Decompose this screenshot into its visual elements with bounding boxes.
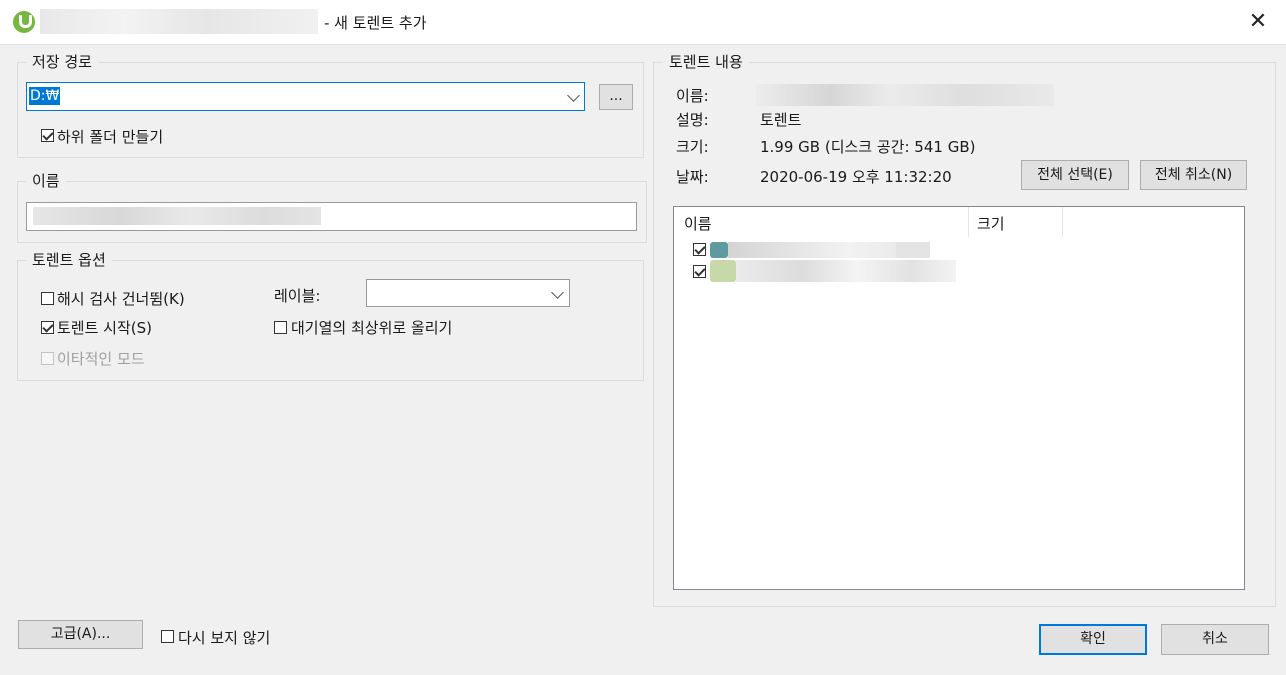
description-value: 토렌트 [760,111,802,129]
queue-top-checkbox[interactable] [274,321,287,334]
description-key: 설명: [676,111,709,129]
start-torrent-label: 토렌트 시작(S) [57,319,152,337]
window-title: - 새 토렌트 추가 [324,14,427,32]
close-icon[interactable]: ✕ [1246,8,1270,36]
column-header-name[interactable]: 이름 [674,207,969,237]
torrent-name-redacted [33,207,321,225]
subfolder-label: 하위 폴더 만들기 [57,128,164,146]
torrent-name-value-redacted [756,84,1054,106]
date-key: 날짜: [676,168,709,186]
advanced-button[interactable]: 고급(A)... [18,620,143,649]
file-name-redacted [736,260,956,282]
torrent-title-redacted [40,9,318,34]
file-size-redacted [896,242,930,258]
chevron-down-icon[interactable] [567,89,580,102]
name-group-label: 이름 [26,170,66,191]
file-checkbox[interactable] [693,243,706,256]
save-path-combobox[interactable]: D:₩ [26,82,585,111]
subfolder-checkbox[interactable] [41,129,54,142]
torrent-name-field[interactable] [26,202,637,231]
save-path-group-label: 저장 경로 [26,51,98,72]
size-key: 크기: [676,138,709,156]
chevron-down-icon[interactable] [551,286,564,299]
ok-button[interactable]: 확인 [1039,624,1147,655]
dont-show-again-checkbox[interactable] [161,630,174,643]
torrent-options-group-label: 토렌트 옵션 [26,249,112,270]
folder-icon [710,242,728,258]
label-label: 레이블: [274,287,321,305]
file-checkbox[interactable] [693,265,706,278]
date-value: 2020-06-19 오후 11:32:20 [760,168,952,186]
file-type-icon [710,260,736,282]
save-path-value: D:₩ [29,87,61,105]
list-item[interactable] [674,240,1244,260]
skip-hash-label: 해시 검사 건너뜀(K) [57,290,185,308]
size-value: 1.99 GB (디스크 공간: 541 GB) [760,138,976,156]
torrent-contents-group-label: 토렌트 내용 [663,51,749,72]
column-header-size[interactable]: 크기 [969,207,1063,237]
dont-show-again-label: 다시 보지 않기 [178,629,271,647]
name-key: 이름: [676,87,709,105]
browse-button[interactable]: ... [599,84,633,110]
label-combobox[interactable] [366,279,570,307]
column-header-name-label: 이름 [684,215,712,233]
altruistic-mode-checkbox [41,352,54,365]
cancel-button[interactable]: 취소 [1161,624,1269,655]
file-list[interactable]: 이름 크기 [673,206,1245,590]
queue-top-label: 대기열의 최상위로 올리기 [291,319,453,337]
column-header-size-label: 크기 [977,215,1005,233]
select-all-button[interactable]: 전체 선택(E) [1021,160,1129,190]
skip-hash-checkbox[interactable] [41,292,54,305]
start-torrent-checkbox[interactable] [41,321,54,334]
altruistic-mode-label: 이타적인 모드 [57,350,145,368]
deselect-all-button[interactable]: 전체 취소(N) [1140,160,1247,190]
utorrent-logo-icon [13,11,35,33]
list-item[interactable] [674,260,1244,282]
